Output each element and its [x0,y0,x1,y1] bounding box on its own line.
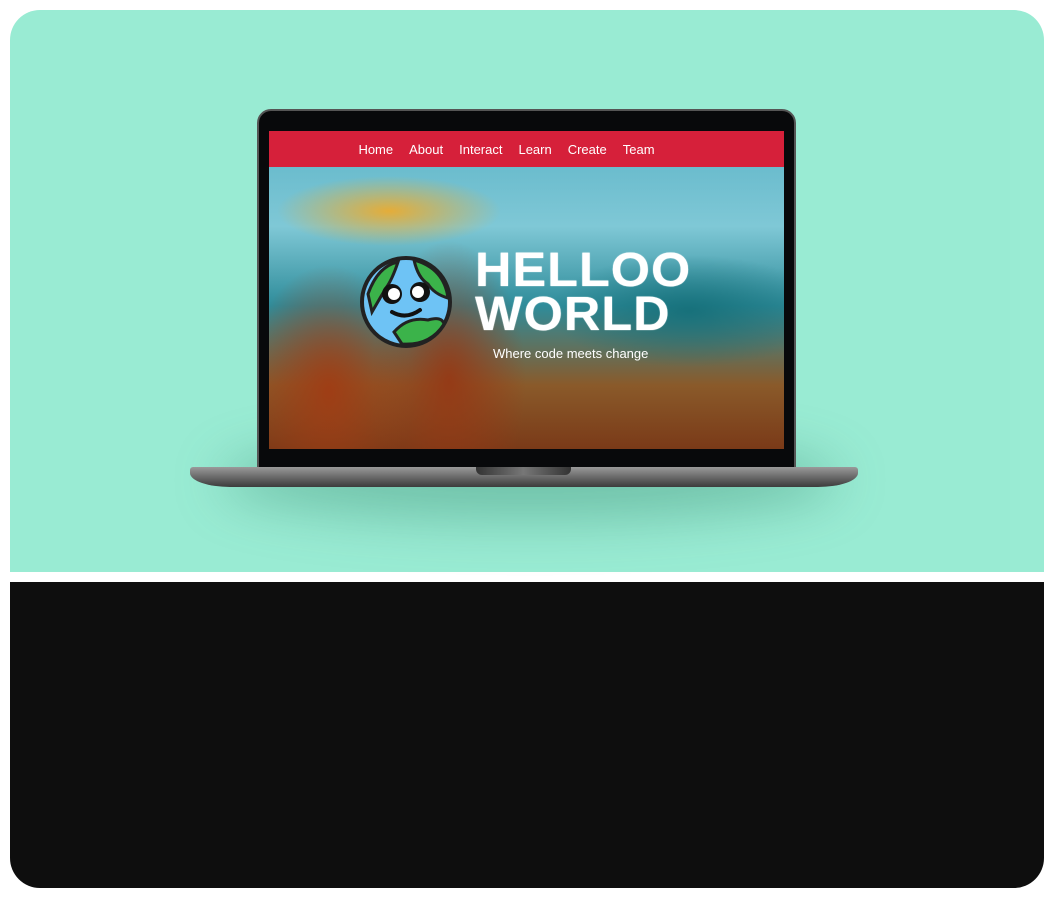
nav-create[interactable]: Create [568,142,607,157]
nav-interact[interactable]: Interact [459,142,502,157]
nav-about[interactable]: About [409,142,443,157]
hero-title: HELLOO WORLD [475,247,690,339]
hero-title-line1: HELLOO [475,244,692,297]
nav-home[interactable]: Home [358,142,393,157]
nav-bar: Home About Interact Learn Create Team [269,131,784,167]
hero-tagline: Where code meets change [493,346,649,361]
earth-logo-icon [360,256,452,348]
laptop-notch [476,467,571,475]
dark-panel [10,582,1044,888]
nav-learn[interactable]: Learn [518,142,551,157]
nav-team[interactable]: Team [623,142,655,157]
hero-title-line2: WORLD [475,288,671,341]
laptop-screen: Home About Interact Learn Create Team HE… [269,131,784,449]
